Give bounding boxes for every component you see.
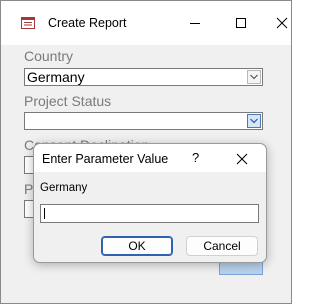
dialog-title: Enter Parameter Value bbox=[42, 152, 169, 166]
parameter-prompt: Germany bbox=[40, 182, 88, 194]
minimize-icon bbox=[190, 23, 200, 24]
help-button[interactable]: ? bbox=[192, 150, 199, 165]
create-report-window: Create Report Country Germany Project St… bbox=[0, 0, 292, 304]
chevron-down-icon bbox=[250, 74, 258, 80]
country-dropdown[interactable]: Germany bbox=[24, 68, 263, 86]
ok-button[interactable]: OK bbox=[101, 236, 173, 256]
maximize-icon bbox=[236, 18, 246, 28]
cancel-button[interactable]: Cancel bbox=[186, 236, 258, 256]
parameter-dialog: Enter Parameter Value ? Germany OK Cance… bbox=[33, 143, 267, 263]
title-bar[interactable]: Create Report bbox=[1, 1, 291, 45]
fourth-field-label: P bbox=[24, 181, 34, 197]
dialog-title-bar[interactable]: Enter Parameter Value ? bbox=[34, 144, 266, 172]
text-caret bbox=[44, 208, 45, 219]
maximize-button[interactable] bbox=[229, 12, 253, 34]
project-status-dropdown[interactable] bbox=[24, 112, 263, 130]
close-icon bbox=[236, 153, 248, 165]
country-label: Country bbox=[24, 48, 74, 64]
country-value: Germany bbox=[27, 69, 85, 85]
form-icon bbox=[21, 16, 35, 34]
close-button[interactable] bbox=[273, 12, 291, 34]
dialog-close-button[interactable] bbox=[234, 151, 250, 167]
parameter-input[interactable] bbox=[40, 204, 259, 223]
close-icon bbox=[276, 17, 288, 29]
project-status-dropdown-button[interactable] bbox=[247, 114, 261, 128]
chevron-down-icon bbox=[250, 118, 258, 124]
country-dropdown-button[interactable] bbox=[247, 70, 261, 84]
minimize-button[interactable] bbox=[183, 12, 207, 34]
project-status-label: Project Status bbox=[24, 93, 112, 109]
window-title: Create Report bbox=[48, 16, 127, 30]
